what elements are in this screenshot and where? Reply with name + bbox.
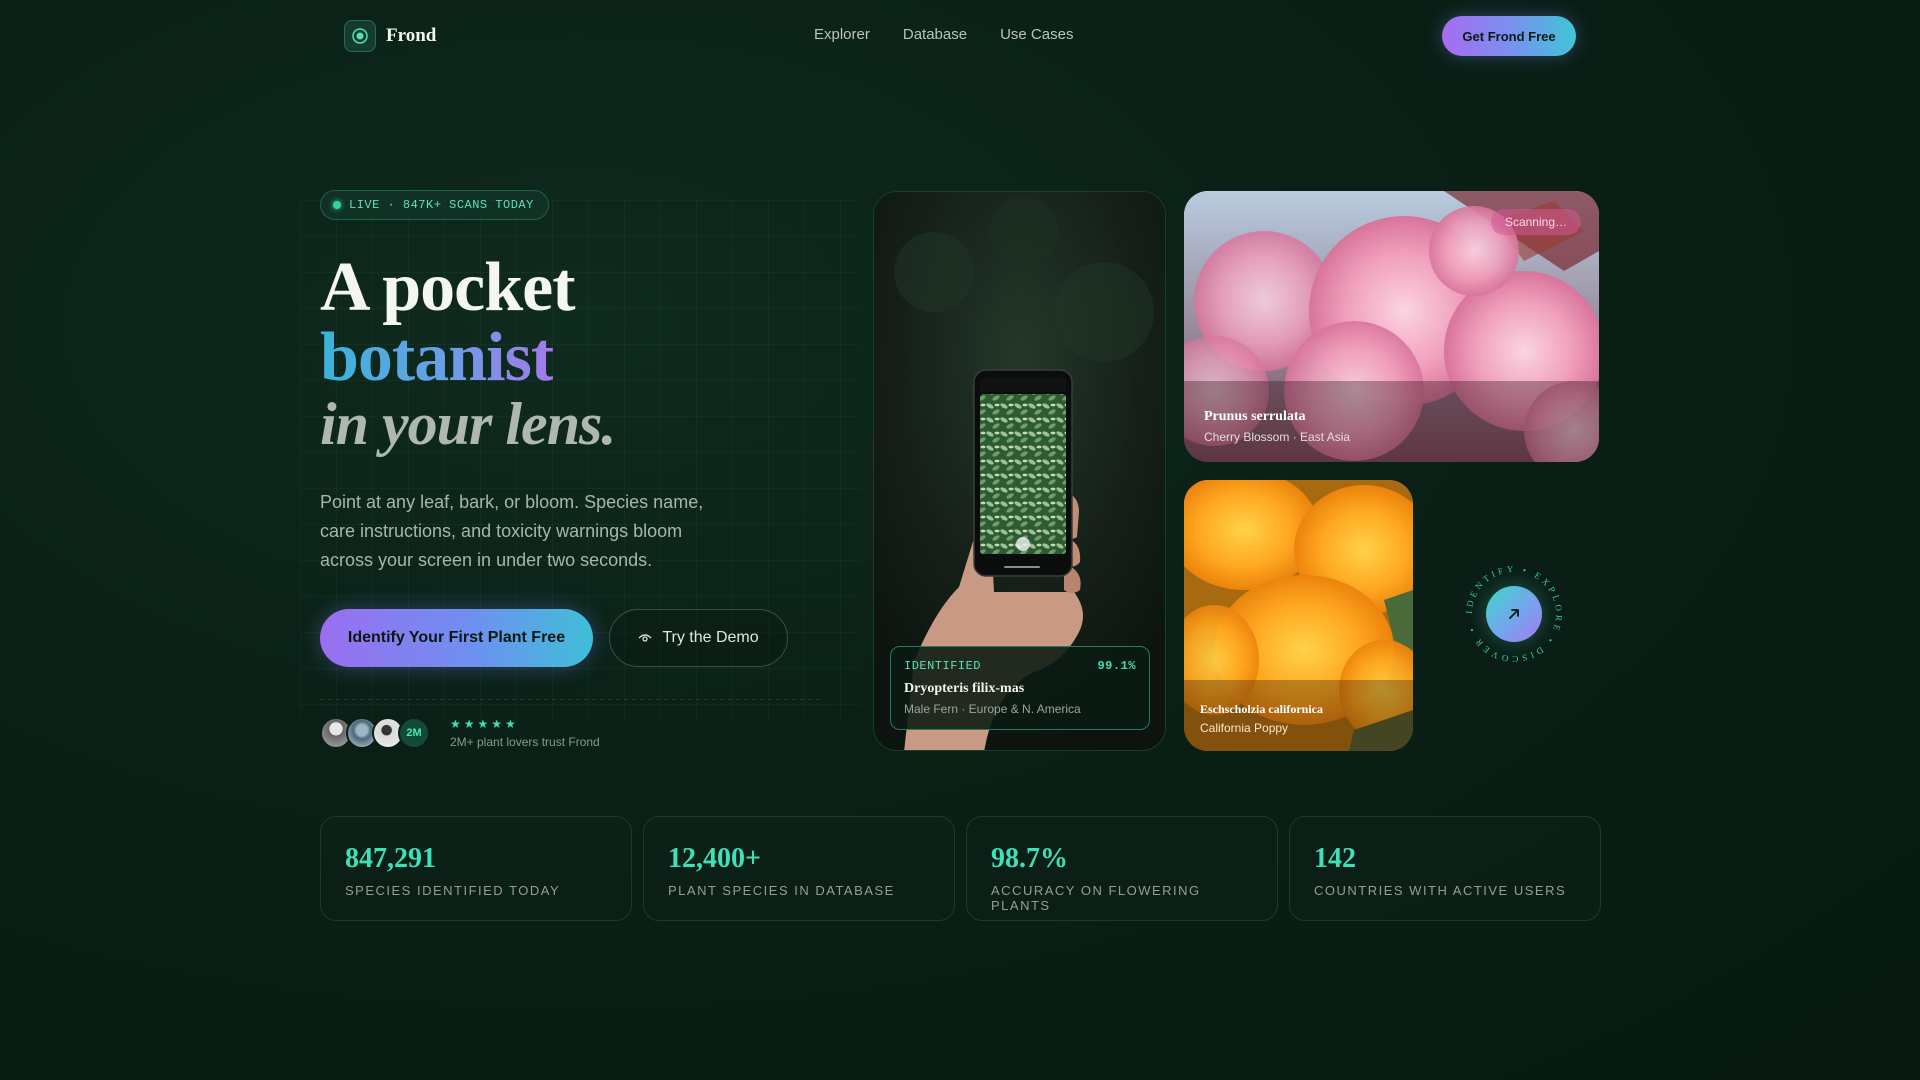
- eye-icon: [638, 634, 652, 642]
- poppy-species-details: California Poppy: [1200, 721, 1289, 735]
- identify-plant-button[interactable]: Identify Your First Plant Free: [320, 609, 593, 667]
- nav-links: Explorer Database Use Cases: [814, 26, 1073, 43]
- live-dot-icon: [333, 201, 341, 209]
- headline-line-3: in your lens.: [320, 391, 616, 457]
- stat-label: COUNTRIES WITH ACTIVE USERS: [1314, 883, 1567, 898]
- id-confidence: 99.1%: [1097, 659, 1136, 673]
- hero-divider: [320, 699, 820, 700]
- arrow-up-right-icon: [1509, 609, 1519, 619]
- try-demo-button[interactable]: Try the Demo: [609, 609, 788, 667]
- blossom-species-details: Cherry Blossom · East Asia: [1204, 430, 1351, 444]
- leaf-icon: [344, 20, 376, 52]
- stat-species-today: 847,291 SPECIES IDENTIFIED TODAY: [320, 816, 632, 921]
- avatar-count-text: 2M: [406, 727, 422, 739]
- hero-description: Point at any leaf, bark, or bloom. Speci…: [320, 492, 704, 570]
- nav-link-use-cases[interactable]: Use Cases: [1000, 26, 1073, 43]
- trust-rating: ★★★★★ 2M+ plant lovers trust Frond: [450, 717, 600, 749]
- scanning-pill: Scanning…: [1490, 209, 1581, 235]
- stat-countries: 142 COUNTRIES WITH ACTIVE USERS: [1289, 816, 1601, 921]
- nav-link-explorer[interactable]: Explorer: [814, 26, 870, 43]
- brand-logo[interactable]: Frond: [344, 20, 436, 52]
- stat-label: SPECIES IDENTIFIED TODAY: [345, 883, 561, 898]
- user-avatars: 2M: [320, 717, 430, 749]
- stat-accuracy: 98.7% ACCURACY ON FLOWERING PLANTS: [966, 816, 1278, 921]
- live-scans-badge: LIVE · 847K+ SCANS TODAY: [320, 190, 549, 220]
- id-species-name: Dryopteris filix-mas: [904, 681, 1025, 696]
- stat-value: 847,291: [345, 843, 436, 874]
- blossom-caption: Prunus serrulata Cherry Blossom · East A…: [1204, 409, 1350, 444]
- headline-line-1: A pocket: [320, 249, 575, 326]
- avatar-count: 2M: [398, 717, 430, 749]
- id-status: IDENTIFIED: [904, 659, 982, 673]
- brand-name: Frond: [386, 25, 437, 46]
- stat-value: 12,400+: [668, 843, 761, 874]
- live-badge-text: LIVE · 847K+ SCANS TODAY: [349, 198, 534, 212]
- stat-value: 142: [1314, 843, 1356, 874]
- trust-text: 2M+ plant lovers trust Frond: [450, 735, 600, 749]
- stat-value: 98.7%: [991, 843, 1068, 874]
- cherry-blossom-card[interactable]: Scanning… Prunus serrulata Cherry Blosso…: [1184, 191, 1599, 462]
- poppy-species-name: Eschscholzia californica: [1200, 702, 1323, 716]
- blossom-species-name: Prunus serrulata: [1204, 409, 1306, 424]
- phone-scan-card: IDENTIFIED 99.1% Dryopteris filix-mas Ma…: [873, 191, 1166, 751]
- california-poppy-card[interactable]: Eschscholzia californica California Popp…: [1184, 480, 1413, 751]
- star-rating-icon: ★★★★★: [450, 717, 519, 731]
- explore-arrow-button[interactable]: [1486, 586, 1542, 642]
- stat-label: PLANT SPECIES IN DATABASE: [668, 883, 895, 898]
- nav-link-database[interactable]: Database: [903, 26, 967, 43]
- headline-line-2: botanist: [320, 319, 554, 396]
- identification-result: IDENTIFIED 99.1% Dryopteris filix-mas Ma…: [890, 646, 1150, 730]
- poppy-caption: Eschscholzia californica California Popp…: [1200, 702, 1323, 735]
- id-species-details: Male Fern · Europe & N. America: [904, 702, 1081, 716]
- orbit-explore-badge: IDENTIFY • EXPLORE • DISCOVER •: [1464, 564, 1564, 664]
- stat-label: ACCURACY ON FLOWERING PLANTS: [991, 883, 1201, 913]
- top-nav: Frond Explorer Database Use Cases Get Fr…: [0, 0, 1920, 72]
- stat-database-size: 12,400+ PLANT SPECIES IN DATABASE: [643, 816, 955, 921]
- get-frond-free-button[interactable]: Get Frond Free: [1442, 16, 1576, 56]
- try-demo-label: Try the Demo: [662, 629, 759, 646]
